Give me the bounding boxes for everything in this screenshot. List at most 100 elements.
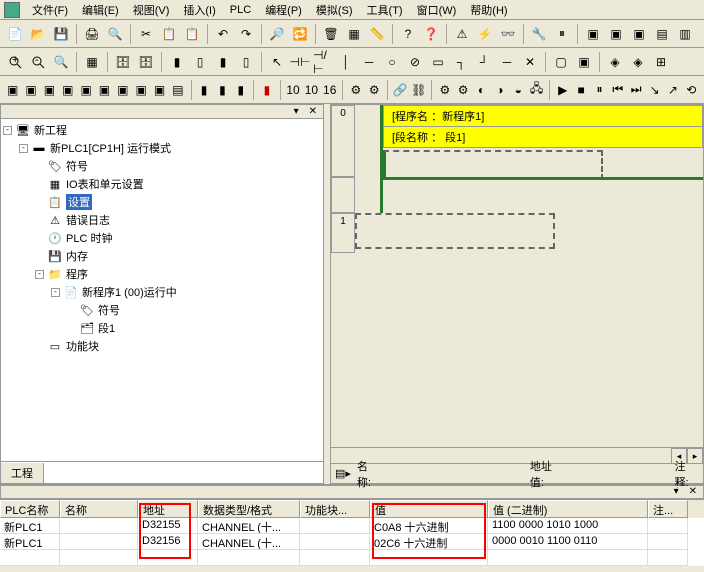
- tree-expander-icon[interactable]: -: [51, 288, 60, 297]
- win-g-icon[interactable]: ▣: [114, 79, 131, 101]
- radix10a-icon[interactable]: 10: [284, 79, 301, 101]
- radix16-icon[interactable]: 16: [321, 79, 338, 101]
- tree-settings[interactable]: 设置: [66, 194, 92, 210]
- grid-icon[interactable]: ▦: [343, 23, 365, 45]
- stop-icon[interactable]: ■: [572, 79, 589, 101]
- zoom-in-icon[interactable]: +: [4, 51, 26, 73]
- unlink-icon[interactable]: ⛓: [410, 79, 427, 101]
- win-h-icon[interactable]: ▣: [133, 79, 150, 101]
- cut-icon[interactable]: ✂: [135, 23, 157, 45]
- panel-minimize-icon[interactable]: ▾: [670, 486, 683, 498]
- glasses-icon[interactable]: 👓: [497, 23, 519, 45]
- mark1-icon[interactable]: ▮: [195, 79, 212, 101]
- open-icon[interactable]: 📂: [27, 23, 49, 45]
- ladder-area[interactable]: 0 [程序名 ：新程序1] [段名称 ： 段1] 1: [331, 105, 703, 447]
- layer-icon[interactable]: ▤: [651, 23, 673, 45]
- ladder-empty-rung[interactable]: [355, 213, 555, 249]
- link-icon[interactable]: 🔗: [392, 79, 409, 101]
- branch2-icon[interactable]: ┘: [473, 51, 495, 73]
- cursor-icon[interactable]: ↖: [266, 51, 288, 73]
- tool2-icon[interactable]: ◈: [627, 51, 649, 73]
- bar1-icon[interactable]: ▮: [166, 51, 188, 73]
- col-address[interactable]: 地址: [138, 500, 198, 518]
- delete-icon[interactable]: 🗑: [320, 23, 342, 45]
- watch-body[interactable]: 新PLC1 D32155 CHANNEL (十... C0A8 十六进制 110…: [0, 518, 704, 566]
- cell-indicator-icon[interactable]: ▤▸: [335, 467, 351, 480]
- whats-this-icon[interactable]: ❓: [420, 23, 442, 45]
- menu-simulate[interactable]: 模拟(S): [310, 1, 359, 19]
- tree-expander-icon[interactable]: -: [3, 126, 12, 135]
- save-icon[interactable]: 💾: [50, 23, 72, 45]
- bar4-icon[interactable]: ▯: [235, 51, 257, 73]
- tree-plc[interactable]: 新PLC1[CP1H] 运行模式: [50, 140, 171, 156]
- step-out-icon[interactable]: ↗: [664, 79, 681, 101]
- warning-icon[interactable]: ⚠: [451, 23, 473, 45]
- ladder-selection[interactable]: [383, 150, 603, 180]
- ruler-icon[interactable]: 📏: [366, 23, 388, 45]
- menu-window[interactable]: 窗口(W): [411, 1, 463, 19]
- copy-icon[interactable]: 📋: [158, 23, 180, 45]
- win-e-icon[interactable]: ▣: [77, 79, 94, 101]
- tree-section1[interactable]: 段1: [98, 320, 115, 336]
- win-d-icon[interactable]: ▣: [59, 79, 76, 101]
- step-in-icon[interactable]: ↘: [646, 79, 663, 101]
- tree-program1[interactable]: 新程序1 (00)运行中: [82, 284, 177, 300]
- tree-funcblock[interactable]: 功能块: [66, 338, 99, 354]
- coil-icon[interactable]: ○: [381, 51, 403, 73]
- panel-icon[interactable]: ▤: [169, 79, 186, 101]
- window1-icon[interactable]: ▣: [582, 23, 604, 45]
- tree-root[interactable]: 新工程: [34, 122, 67, 138]
- win-f-icon[interactable]: ▣: [96, 79, 113, 101]
- vert-line-icon[interactable]: │: [335, 51, 357, 73]
- play-icon[interactable]: ▶: [554, 79, 571, 101]
- pause2-icon[interactable]: ⏸: [591, 79, 608, 101]
- contact-no-icon[interactable]: ⊣⊢: [289, 51, 311, 73]
- tree-errorlog[interactable]: 错误日志: [66, 212, 110, 228]
- watch-row[interactable]: 新PLC1 D32156 CHANNEL (十... 02C6 十六进制 000…: [0, 534, 704, 550]
- col-value[interactable]: 值: [370, 500, 488, 518]
- new-icon[interactable]: 📄: [4, 23, 26, 45]
- pause-icon[interactable]: ⏸: [551, 23, 573, 45]
- tree-iotable[interactable]: IO表和单元设置: [66, 176, 144, 192]
- menu-insert[interactable]: 插入(I): [177, 1, 221, 19]
- box1-icon[interactable]: ▢: [550, 51, 572, 73]
- replace-icon[interactable]: 🔁: [289, 23, 311, 45]
- window2-icon[interactable]: ▣: [605, 23, 627, 45]
- menu-program[interactable]: 编程(P): [259, 1, 308, 19]
- col-name[interactable]: 名称: [60, 500, 138, 518]
- horz-line-icon[interactable]: ─: [358, 51, 380, 73]
- bolt-icon[interactable]: ⚡: [474, 23, 496, 45]
- erase-icon[interactable]: ✕: [519, 51, 541, 73]
- skip-back-icon[interactable]: ⏮: [609, 79, 626, 101]
- box2-icon[interactable]: ▣: [573, 51, 595, 73]
- tree-programs[interactable]: 程序: [66, 266, 88, 282]
- col-comment[interactable]: 注...: [648, 500, 688, 518]
- net-icon[interactable]: 🖧: [528, 79, 545, 101]
- menu-file[interactable]: 文件(F): [26, 1, 74, 19]
- menu-tools[interactable]: 工具(T): [361, 1, 409, 19]
- contact-nc-icon[interactable]: ⊣/⊢: [312, 51, 334, 73]
- menu-plc[interactable]: PLC: [224, 3, 257, 17]
- col-plcname[interactable]: PLC名称: [0, 500, 60, 518]
- col-datatype[interactable]: 数据类型/格式: [198, 500, 300, 518]
- sim-run-icon[interactable]: ⚙: [436, 79, 453, 101]
- panel-minimize-icon[interactable]: ▾: [290, 106, 303, 118]
- branch-icon[interactable]: ┐: [450, 51, 472, 73]
- bar2-icon[interactable]: ▯: [189, 51, 211, 73]
- skip-fwd-icon[interactable]: ⏭: [628, 79, 645, 101]
- panel-close-icon[interactable]: ✕: [305, 106, 321, 118]
- find-icon[interactable]: 🔎: [266, 23, 288, 45]
- watch-row-empty[interactable]: [0, 550, 704, 566]
- db2-icon[interactable]: 🗄: [135, 51, 157, 73]
- redo-icon[interactable]: ↷: [235, 23, 257, 45]
- win-b-icon[interactable]: ▣: [22, 79, 39, 101]
- chip-icon[interactable]: ▦: [81, 51, 103, 73]
- menu-help[interactable]: 帮助(H): [464, 1, 513, 19]
- tree-expander-icon[interactable]: -: [35, 270, 44, 279]
- ncoil-icon[interactable]: ⊘: [404, 51, 426, 73]
- motor-icon[interactable]: 🔧: [528, 23, 550, 45]
- project-tree[interactable]: -🖥新工程 -▬新PLC1[CP1H] 运行模式 🏷符号 ▦IO表和单元设置 📋…: [1, 119, 323, 461]
- reset-icon[interactable]: ⟲: [683, 79, 700, 101]
- red-icon[interactable]: ▮: [258, 79, 275, 101]
- menu-edit[interactable]: 编辑(E): [76, 1, 125, 19]
